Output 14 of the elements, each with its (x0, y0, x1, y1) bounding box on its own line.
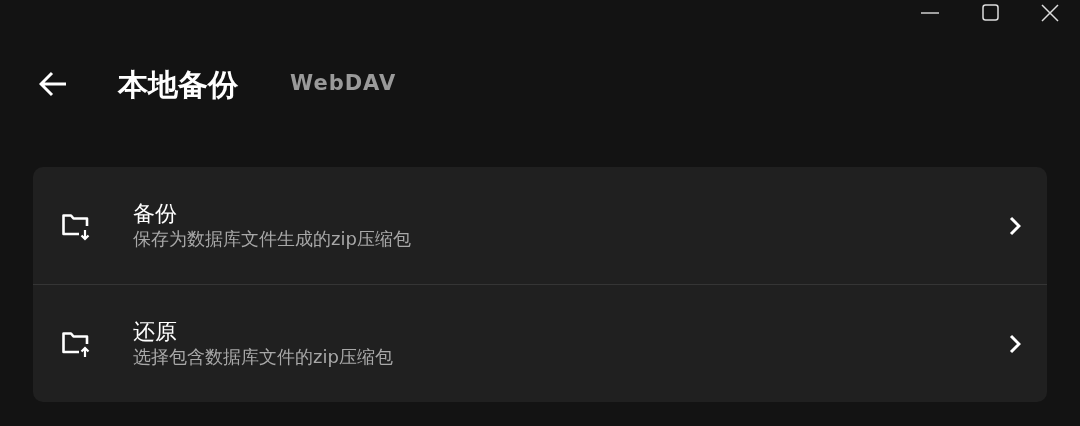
chevron-right-icon (1009, 215, 1021, 236)
close-icon (1041, 3, 1059, 22)
minimize-icon (921, 11, 939, 14)
tab[interactable]: 本地备份 (118, 61, 238, 107)
settings-row[interactable]: 备份 保存为数据库文件生成的zip压缩包 (33, 167, 1047, 284)
row-subtitle: 保存为数据库文件生成的zip压缩包 (133, 227, 412, 252)
maximize-icon (981, 4, 999, 21)
row-title: 还原 (133, 317, 178, 346)
chevron-right-icon (1009, 333, 1021, 354)
row-title: 备份 (133, 199, 178, 228)
settings-row[interactable]: 还原 选择包含数据库文件的zip压缩包 (33, 284, 1047, 402)
back-arrow-icon (39, 71, 67, 97)
row-subtitle: 选择包含数据库文件的zip压缩包 (133, 345, 394, 370)
tab[interactable]: WebDAV (290, 68, 397, 100)
